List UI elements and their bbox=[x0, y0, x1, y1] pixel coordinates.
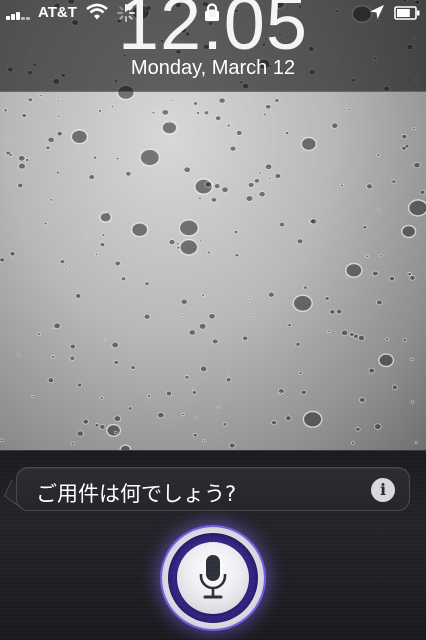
clock-panel: 12:05 Monday, March 12 bbox=[0, 0, 426, 92]
siri-panel: ご用件は何でしょう? i bbox=[0, 450, 426, 640]
siri-microphone-button[interactable] bbox=[162, 527, 264, 629]
info-icon[interactable]: i bbox=[371, 478, 395, 502]
microphone-icon bbox=[199, 555, 227, 599]
mic-button-face bbox=[177, 542, 249, 614]
date-label: Monday, March 12 bbox=[130, 57, 296, 79]
mic-glow-ring bbox=[168, 533, 258, 623]
siri-speech-bubble: ご用件は何でしょう? i bbox=[16, 467, 410, 511]
clock-time: 12:05 bbox=[117, 0, 309, 65]
siri-prompt-text: ご用件は何でしょう? bbox=[36, 482, 237, 506]
